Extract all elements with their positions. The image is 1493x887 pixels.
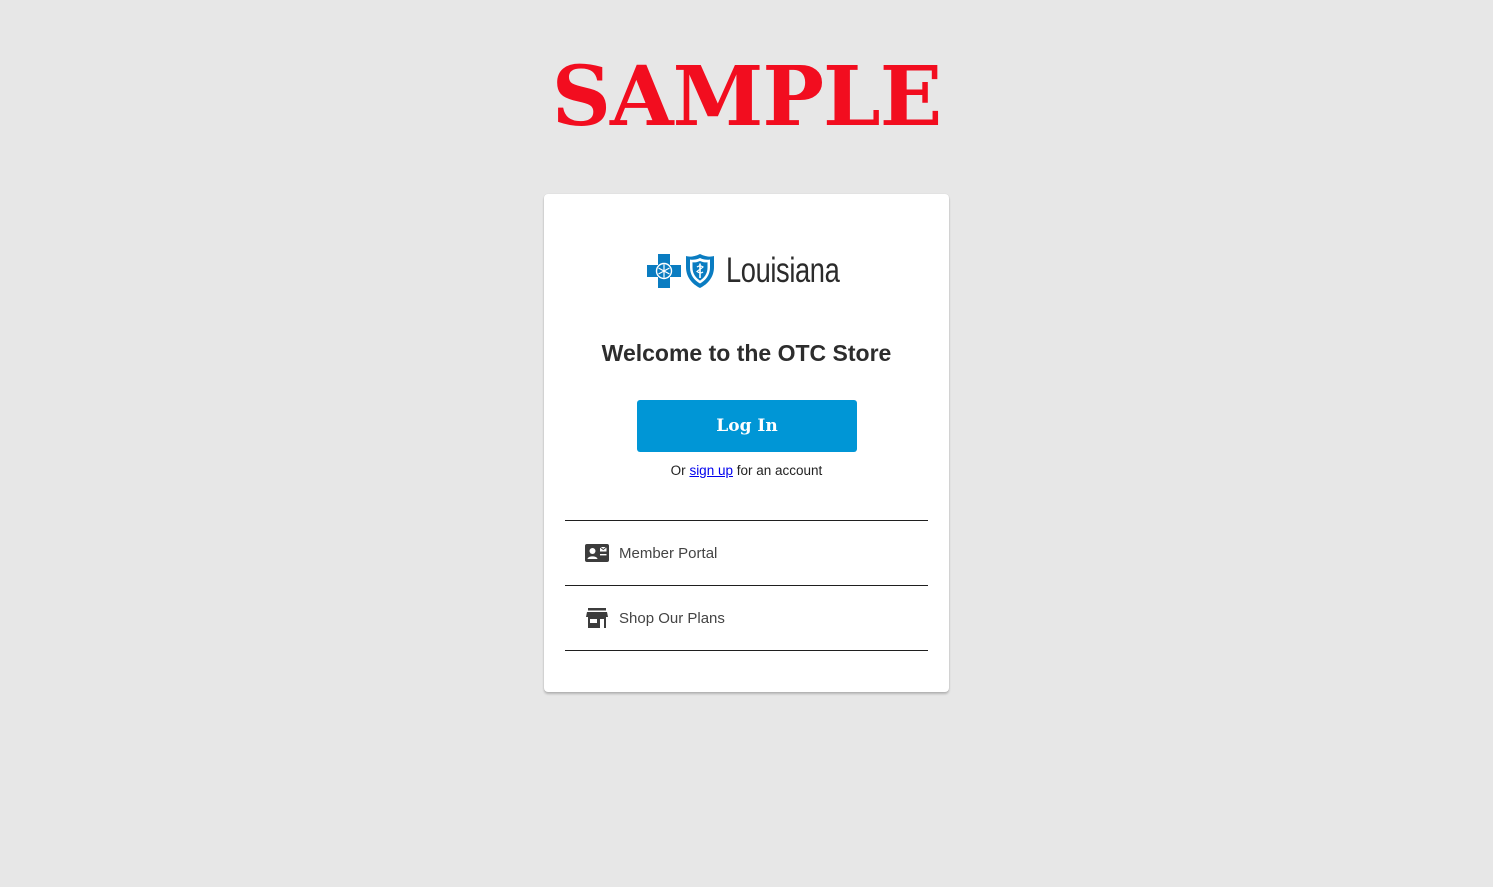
signup-suffix: for an account [736, 463, 823, 478]
blue-cross-icon [647, 254, 681, 288]
signup-link[interactable]: sign up [689, 463, 733, 478]
logo-text: Louisiana [726, 251, 840, 290]
member-portal-label: Member Portal [619, 544, 718, 562]
contact-card-icon [585, 541, 609, 565]
member-portal-link[interactable]: Member Portal [565, 521, 928, 586]
page-title: Welcome to the OTC Store [601, 340, 892, 366]
blue-shield-icon [686, 254, 714, 288]
quick-links: Member Portal Shop Our Plans [565, 520, 928, 651]
brand-logo: Louisiana [646, 251, 871, 291]
login-button[interactable]: Log In [637, 400, 857, 452]
storefront-icon [585, 606, 609, 630]
sample-watermark: SAMPLE [551, 49, 942, 145]
login-card: Louisiana Welcome to the OTC Store Log I… [544, 194, 949, 692]
signup-prompt: Or sign up for an account [544, 463, 949, 478]
shop-plans-label: Shop Our Plans [619, 609, 725, 627]
signup-prefix: Or [670, 463, 686, 478]
shop-plans-link[interactable]: Shop Our Plans [565, 586, 928, 651]
logo-marks [646, 253, 716, 289]
